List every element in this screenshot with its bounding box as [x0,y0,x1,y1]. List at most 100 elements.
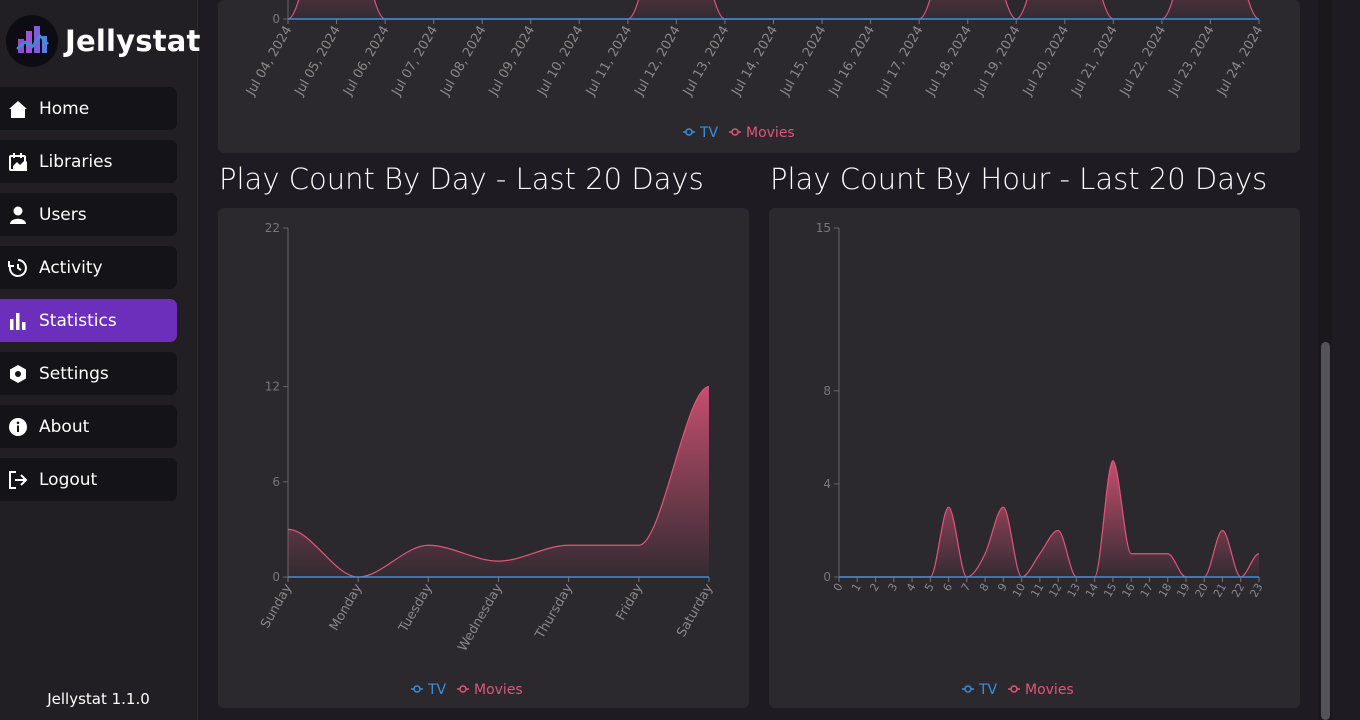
history-icon [7,257,28,278]
x-tick-label: Jul 20, 2024 [1020,24,1072,100]
x-tick-label: Jul 19, 2024 [971,24,1023,100]
x-tick-label: Tuesday [396,581,436,635]
sidebar-item-label: Statistics [39,310,117,331]
jellystat-logo [6,15,58,67]
by-hour-chart-card: 0 4 8 15 0 1 2 3 4 5 6 7 8 9 10 11 12 13 14 15 16 17 18 19 20 21 2… [769,208,1300,708]
x-tick-label: Jul 09, 2024 [486,24,538,100]
chart-legend: TV Movies [683,125,795,141]
x-tick-label: 7 [959,581,974,594]
bar-chart-icon [7,310,28,331]
brand[interactable]: Jellystat [6,15,201,67]
sidebar-item-label: Home [39,98,90,119]
sidebar-item-label: Libraries [39,151,113,172]
logout-icon [7,469,28,490]
y-tick-label: 6 [272,475,280,489]
sidebar-item-statistics[interactable]: Statistics [0,299,177,342]
y-tick-label: 8 [823,384,831,398]
x-tick-label: Jul 16, 2024 [826,24,878,100]
y-tick-label: 0 [823,570,831,584]
x-tick-label: 0 [831,581,846,594]
x-tick-label: Jul 18, 2024 [923,24,975,100]
movies-legend-label: Movies [1025,682,1074,698]
movies-area [839,460,1259,577]
x-tick-label: 12 [1046,581,1064,600]
tv-legend-marker [413,685,421,693]
x-tick-label: Jul 15, 2024 [777,24,829,100]
x-tick-label: 1 [849,581,864,594]
sidebar-item-label: About [39,416,90,437]
x-tick-label: Jul 22, 2024 [1117,24,1169,100]
sidebar-item-settings[interactable]: Settings [0,352,177,395]
movies-legend-marker [1010,685,1018,693]
movies-area [288,0,1259,20]
by-hour-chart: 048150 1 2 3 4 5 6 7 8 9 10 11 12 13 14 15 16 17 18 19 20 21 2… [816,221,1266,698]
x-tick-label: Jul 17, 2024 [874,24,926,100]
libraries-icon [7,151,28,172]
x-tick-label: Jul 10, 2024 [534,24,586,100]
x-tick-label: 18 [1156,581,1174,600]
x-tick-label: Jul 11, 2024 [583,24,635,100]
movies-legend-marker [459,685,467,693]
home-icon [7,98,28,119]
x-tick-label: Jul 13, 2024 [680,24,732,100]
app-name: Jellystat [65,24,201,58]
sidebar: Jellystat Home Libraries Users Activity Stat… [0,0,201,720]
chart-legend: TV Movies [411,682,523,698]
sidebar-item-users[interactable]: Users [0,193,177,236]
x-tick-label: Jul 06, 2024 [340,24,392,100]
x-tick-label: 9 [995,581,1010,594]
x-tick-label: 4 [904,581,919,594]
sidebar-item-label: Users [39,204,87,225]
user-icon [7,204,28,225]
x-tick-label: Friday [614,581,647,623]
y-tick-label: 15 [816,221,831,235]
movies-series-line [287,0,1260,20]
sidebar-item-about[interactable]: About [0,405,177,448]
movies-area [288,386,709,577]
x-tick-label: 19 [1174,581,1192,600]
x-tick-label: 13 [1065,581,1083,600]
x-tick-label: Sunday [258,581,295,631]
sidebar-item-logout[interactable]: Logout [0,458,177,501]
page-scrollbar-thumb[interactable] [1321,342,1330,720]
x-tick-label: Jul 04, 2024 [243,24,295,100]
x-tick-label: 10 [1010,581,1028,600]
x-tick-label: 3 [886,581,901,594]
daily-chart-card: 0 Jul 04, 2024 Jul 05, 2024 Jul 06, 2024 Jul… [218,0,1300,153]
y-tick-label: 4 [823,477,831,491]
movies-legend-label: Movies [474,682,523,698]
x-tick-label: Jul 14, 2024 [729,24,781,100]
sidebar-item-label: Settings [39,363,109,384]
sidebar-item-libraries[interactable]: Libraries [0,140,177,183]
by-hour-title: Play Count By Hour - Last 20 Days [770,162,1268,196]
x-tick-label: 20 [1193,581,1211,600]
x-tick-label: 14 [1083,581,1101,600]
x-tick-label: Wednesday [455,581,506,654]
y-tick-label: 0 [272,570,280,584]
x-tick-label: Jul 24, 2024 [1214,24,1266,100]
by-day-chart: 0 6 12 22 Sunday Monday Tuesday Wednesday Thursd… [258,221,716,698]
movies-legend-marker [731,128,739,136]
info-icon [7,416,28,437]
x-tick-label: 11 [1028,581,1046,600]
sidebar-item-label: Activity [39,257,103,278]
tv-legend-marker [964,685,972,693]
x-tick-label: 2 [867,581,882,594]
x-tick-label: 6 [940,581,955,594]
movies-legend-label: Movies [746,125,795,141]
tv-legend-label: TV [978,682,998,698]
sidebar-item-home[interactable]: Home [0,87,177,130]
sidebar-item-activity[interactable]: Activity [0,246,177,289]
y-tick-label: 12 [265,380,280,394]
x-tick-label: 21 [1211,581,1229,600]
sidebar-item-label: Logout [39,469,98,490]
x-tick-label: 8 [977,581,992,594]
x-tick-label: 15 [1101,581,1119,600]
x-tick-label: Jul 23, 2024 [1166,23,1218,99]
x-tick-label: 23 [1247,581,1265,600]
x-tick-label: 5 [922,581,937,594]
chart-legend: TV Movies [962,682,1074,698]
x-tick-label: 16 [1120,581,1138,600]
settings-icon [7,363,28,384]
x-tick-label: Jul 08, 2024 [437,24,489,100]
